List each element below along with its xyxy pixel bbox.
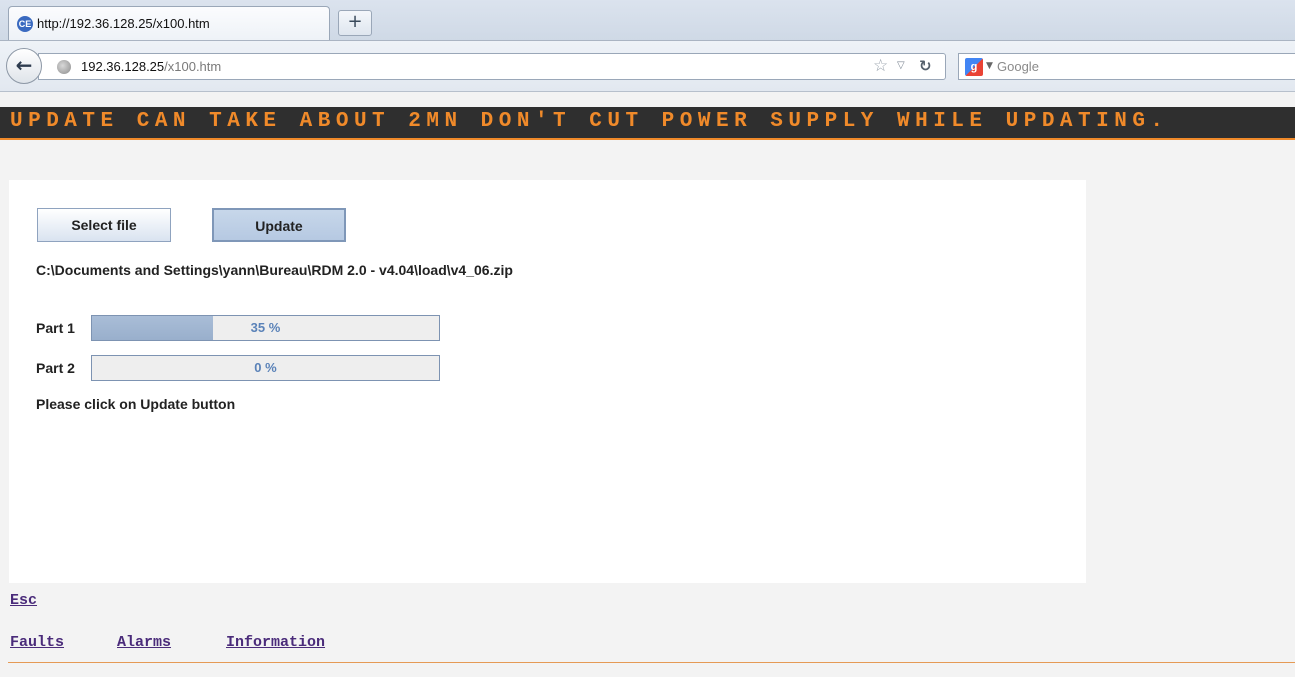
warning-banner: UPDATE CAN TAKE ABOUT 2MN DON'T CUT POWE…: [0, 107, 1295, 140]
search-bar[interactable]: g ▼ Google: [958, 53, 1295, 80]
part-1-progress-bar: 35 %: [91, 315, 440, 341]
status-message: Please click on Update button: [36, 396, 236, 412]
update-button[interactable]: Update: [212, 208, 346, 242]
browser-tab[interactable]: CE http://192.36.128.25/x100.htm: [8, 6, 330, 40]
part-2-progress-bar: 0 %: [91, 355, 440, 381]
part-2-progress-text: 0 %: [254, 360, 277, 375]
part-2-label: Part 2: [36, 360, 75, 376]
browser-tab-bar: CE http://192.36.128.25/x100.htm +: [0, 0, 1295, 41]
google-icon[interactable]: g: [965, 58, 983, 76]
alarms-link[interactable]: Alarms: [117, 634, 171, 651]
update-panel: Select file Update C:\Documents and Sett…: [9, 180, 1086, 583]
select-file-button[interactable]: Select file: [37, 208, 171, 242]
browser-nav-bar: 192.36.128.25/x100.htm ☆ ▽ ↻ ← g ▼ Googl…: [0, 41, 1295, 92]
reload-icon[interactable]: ↻: [919, 57, 932, 75]
esc-link[interactable]: Esc: [10, 592, 37, 609]
footer-divider: [8, 662, 1295, 663]
url-path: /x100.htm: [164, 59, 222, 74]
url-bar[interactable]: 192.36.128.25/x100.htm ☆ ▽ ↻: [38, 53, 946, 80]
history-dropdown-icon[interactable]: ▽: [897, 60, 905, 71]
warning-banner-text: UPDATE CAN TAKE ABOUT 2MN DON'T CUT POWE…: [10, 110, 1169, 133]
information-link[interactable]: Information: [226, 634, 325, 651]
url-text: 192.36.128.25/x100.htm: [81, 59, 221, 74]
bookmark-star-icon[interactable]: ☆: [873, 56, 888, 76]
back-button[interactable]: ←: [6, 48, 42, 84]
faults-link[interactable]: Faults: [10, 634, 64, 651]
part-1-label: Part 1: [36, 320, 75, 336]
url-host: 192.36.128.25: [81, 59, 165, 74]
selected-file-path: C:\Documents and Settings\yann\Bureau\RD…: [36, 262, 513, 278]
globe-icon: [57, 60, 71, 74]
back-arrow-icon: ←: [15, 53, 33, 77]
tab-title: http://192.36.128.25/x100.htm: [37, 16, 210, 31]
search-placeholder: Google: [997, 59, 1039, 74]
site-favicon-icon: CE: [17, 16, 33, 32]
search-engine-dropdown-icon[interactable]: ▼: [986, 61, 993, 71]
part-1-progress-text: 35 %: [250, 320, 281, 335]
new-tab-button[interactable]: +: [338, 10, 372, 36]
